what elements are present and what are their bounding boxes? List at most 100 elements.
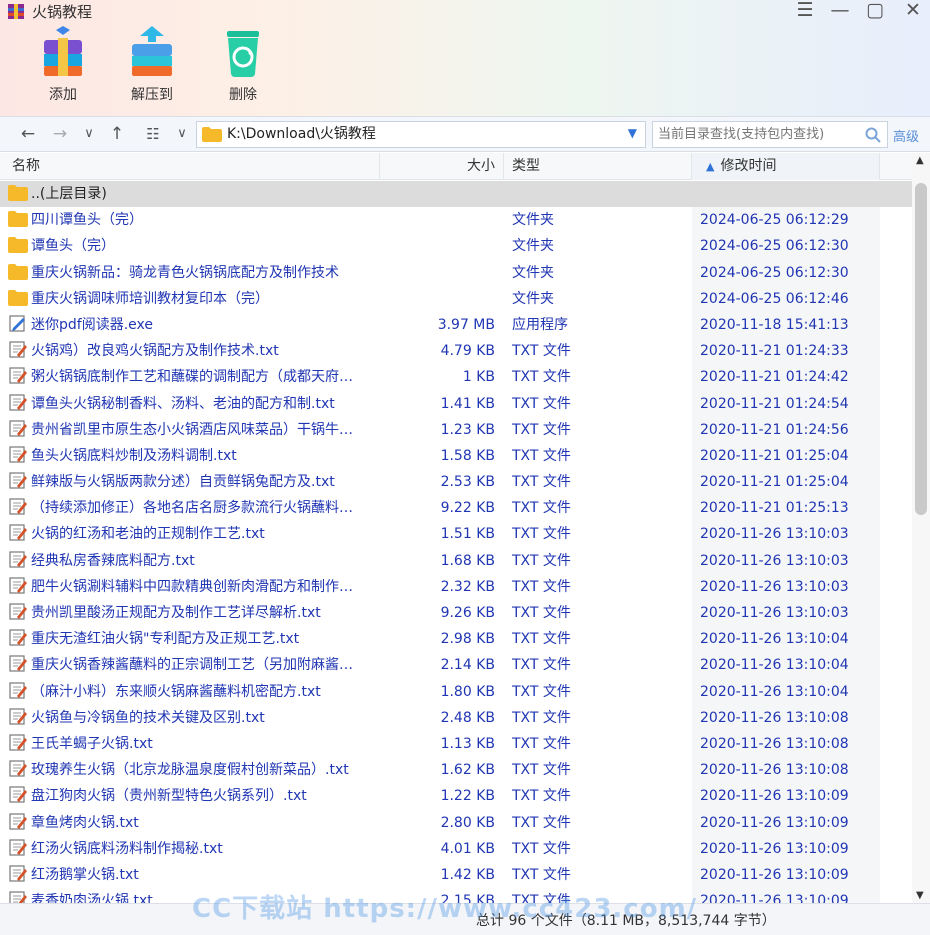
file-row[interactable]: 章鱼烤肉火锅.txt 2.80 KB TXT 文件 2020-11-26 13:10:… bbox=[0, 810, 912, 836]
file-row[interactable]: 火锅鸡）改良鸡火锅配方及制作技术.txt 4.79 KB TXT 文件 2020-11… bbox=[0, 338, 912, 364]
up-arrow-icon[interactable]: ↑ bbox=[106, 122, 128, 146]
file-row[interactable]: 贵州凯里酸汤正规配方及制作工艺详尽解析.txt 9.26 KB TXT 文件 2020… bbox=[0, 600, 912, 626]
scroll-up-icon[interactable]: ▲ bbox=[916, 155, 924, 166]
text-file-icon bbox=[9, 708, 27, 725]
file-name-cell: 重庆火锅香辣酱蘸料的正宗调制工艺（另加附麻酱… bbox=[8, 652, 380, 678]
scroll-down-icon[interactable]: ▼ bbox=[916, 890, 924, 901]
text-file-icon bbox=[9, 681, 27, 699]
hamburger-icon[interactable]: ☰ bbox=[790, 0, 820, 22]
file-row[interactable]: 谭鱼头火锅秘制香料、汤料、老油的配方和制.txt 1.41 KB TXT 文件 202… bbox=[0, 391, 912, 417]
file-size: 1.51 KB bbox=[440, 526, 495, 543]
file-row[interactable]: 经典私房香辣底料配方.txt 1.68 KB TXT 文件 2020-11-26 13… bbox=[0, 548, 912, 574]
file-name-cell: 贵州凯里酸汤正规配方及制作工艺详尽解析.txt bbox=[8, 600, 380, 626]
search-icon[interactable] bbox=[865, 127, 881, 143]
file-modified: 2020-11-26 13:10:09 bbox=[700, 788, 849, 805]
file-type: TXT 文件 bbox=[512, 657, 571, 674]
file-name-cell: 玫瑰养生火锅（北京龙脉温泉度假村创新菜品）.txt bbox=[8, 757, 380, 783]
file-modified: 2020-11-26 13:10:09 bbox=[700, 893, 849, 903]
file-size: 1.13 KB bbox=[440, 735, 495, 752]
file-type: TXT 文件 bbox=[512, 369, 571, 386]
file-row[interactable]: 红汤鹅掌火锅.txt 1.42 KB TXT 文件 2020-11-26 13:10:… bbox=[0, 862, 912, 888]
vertical-scrollbar[interactable]: ▲ ▼ bbox=[912, 153, 930, 903]
watermark-text: CC下载站 https://www.cc423.com/ bbox=[192, 894, 698, 924]
column-header-name[interactable]: 名称 bbox=[0, 153, 380, 180]
file-row[interactable]: （麻汁小料）东来顺火锅麻酱蘸料机密配方.txt 1.80 KB TXT 文件 2020… bbox=[0, 679, 912, 705]
file-row[interactable]: ..(上层目录) bbox=[0, 181, 912, 208]
file-name: 贵州省凯里市原生态小火锅酒店风味菜品）干锅牛… bbox=[31, 421, 353, 438]
file-modified: 2020-11-21 01:24:42 bbox=[700, 369, 849, 386]
file-row[interactable]: 鲜辣版与火锅版两款分述）自贡鲜锅兔配方及.txt 2.53 KB TXT 文件 202… bbox=[0, 469, 912, 495]
file-size: 1 KB bbox=[462, 369, 495, 386]
file-row[interactable]: 重庆无渣红油火锅"专利配方及正规工艺.txt 2.98 KB TXT 文件 2020-… bbox=[0, 626, 912, 652]
file-name: 粥火锅锅底制作工艺和蘸碟的调制配方（成都天府… bbox=[31, 369, 353, 386]
file-name: 重庆无渣红油火锅"专利配方及正规工艺.txt bbox=[31, 631, 300, 648]
file-row[interactable]: 王氏羊蝎子火锅.txt 1.13 KB TXT 文件 2020-11-26 13:10… bbox=[0, 731, 912, 757]
search-field[interactable] bbox=[652, 121, 888, 148]
minimize-icon[interactable]: — bbox=[825, 0, 855, 22]
file-type: TXT 文件 bbox=[512, 788, 571, 805]
file-name: 谭鱼头（完） bbox=[31, 238, 115, 255]
path-dropdown-icon[interactable]: ▼ bbox=[628, 126, 637, 140]
file-name: 红汤鹅掌火锅.txt bbox=[31, 866, 139, 883]
file-row[interactable]: 火锅鱼与冷锅鱼的技术关键及区别.txt 2.48 KB TXT 文件 2020-11-… bbox=[0, 705, 912, 731]
file-modified: 2020-11-21 01:24:54 bbox=[700, 395, 849, 412]
file-row[interactable]: 迷你pdf阅读器.exe 3.97 MB 应用程序 2020-11-18 15:41:… bbox=[0, 312, 912, 338]
file-modified: 2020-11-26 13:10:04 bbox=[700, 631, 849, 648]
back-arrow-icon[interactable]: ← bbox=[17, 122, 39, 146]
file-name: 鱼头火锅底料炒制及汤料调制.txt bbox=[31, 447, 237, 464]
file-type: TXT 文件 bbox=[512, 866, 571, 883]
file-size: 9.22 KB bbox=[440, 500, 495, 517]
recycle-bin-icon bbox=[227, 31, 259, 77]
file-name: 火锅鱼与冷锅鱼的技术关键及区别.txt bbox=[31, 709, 265, 726]
file-row[interactable]: 肥牛火锅涮料辅料中四款精典创新肉滑配方和制作… 2.32 KB TXT 文件 2020… bbox=[0, 574, 912, 600]
file-name: 重庆火锅调味师培训教材复印本（完） bbox=[31, 290, 269, 307]
maximize-icon[interactable]: ▢ bbox=[860, 0, 890, 22]
address-bar: ← → ∨ ↑ ☷ ∨ K:\Download\火锅教程 ▼ 高级 bbox=[0, 116, 930, 152]
file-size: 2.48 KB bbox=[440, 709, 495, 726]
close-icon[interactable]: ✕ bbox=[898, 0, 928, 22]
file-row[interactable]: （持续添加修正）各地名店名厨多款流行火锅蘸料… 9.22 KB TXT 文件 2020… bbox=[0, 495, 912, 521]
text-file-icon bbox=[9, 786, 27, 803]
sort-ascending-icon: ▲ bbox=[706, 160, 715, 173]
file-row[interactable]: 盘江狗肉火锅（贵州新型特色火锅系列）.txt 1.22 KB TXT 文件 2020-… bbox=[0, 783, 912, 809]
file-row[interactable]: 鱼头火锅底料炒制及汤料调制.txt 1.58 KB TXT 文件 2020-11-21… bbox=[0, 443, 912, 469]
view-list-icon[interactable]: ☷ bbox=[142, 122, 164, 146]
extract-icon bbox=[132, 26, 172, 76]
file-name-cell: 重庆火锅新品：骑龙青色火锅锅底配方及制作技术 bbox=[8, 260, 380, 286]
file-name: 重庆火锅新品：骑龙青色火锅锅底配方及制作技术 bbox=[31, 264, 339, 281]
file-row[interactable]: 玫瑰养生火锅（北京龙脉温泉度假村创新菜品）.txt 1.62 KB TXT 文件 20… bbox=[0, 757, 912, 783]
file-name: 谭鱼头火锅秘制香料、汤料、老油的配方和制.txt bbox=[31, 395, 335, 412]
file-row[interactable]: 四川谭鱼头（完） 文件夹 2024-06-25 06:12:29 bbox=[0, 207, 912, 233]
text-file-icon bbox=[9, 393, 27, 411]
search-input[interactable] bbox=[653, 122, 853, 147]
file-row[interactable]: 贵州省凯里市原生态小火锅酒店风味菜品）干锅牛… 1.23 KB TXT 文件 2020… bbox=[0, 417, 912, 443]
scrollbar-thumb[interactable] bbox=[915, 183, 927, 515]
advanced-search-link[interactable]: 高级 bbox=[893, 126, 919, 145]
extract-to-button[interactable]: 解压到 bbox=[117, 26, 187, 104]
file-row[interactable]: 重庆火锅香辣酱蘸料的正宗调制工艺（另加附麻酱… 2.14 KB TXT 文件 2020… bbox=[0, 652, 912, 678]
folder-icon bbox=[8, 289, 28, 306]
file-row[interactable]: 谭鱼头（完） 文件夹 2024-06-25 06:12:30 bbox=[0, 233, 912, 259]
forward-arrow-icon[interactable]: → bbox=[49, 122, 71, 146]
text-file-icon bbox=[9, 891, 27, 903]
file-row[interactable]: 粥火锅锅底制作工艺和蘸碟的调制配方（成都天府… 1 KB TXT 文件 2020-11… bbox=[0, 364, 912, 390]
delete-button[interactable]: 删除 bbox=[208, 26, 278, 104]
file-modified: 2020-11-21 01:25:13 bbox=[700, 500, 849, 517]
file-type: 文件夹 bbox=[512, 290, 554, 307]
path-field[interactable]: K:\Download\火锅教程 ▼ bbox=[196, 121, 646, 148]
column-header-size[interactable]: 大小 bbox=[380, 153, 504, 180]
add-button[interactable]: 添加 bbox=[28, 26, 98, 104]
file-type bbox=[512, 181, 692, 207]
text-file-icon bbox=[9, 551, 27, 568]
file-type: TXT 文件 bbox=[512, 683, 571, 700]
history-chevron-icon[interactable]: ∨ bbox=[78, 122, 100, 146]
column-header-modified[interactable]: ▲ 修改时间 bbox=[692, 153, 880, 180]
file-row[interactable]: 重庆火锅调味师培训教材复印本（完） 文件夹 2024-06-25 06:12:46 bbox=[0, 286, 912, 312]
view-chevron-icon[interactable]: ∨ bbox=[171, 122, 193, 146]
text-file-icon bbox=[9, 577, 27, 594]
text-file-icon bbox=[9, 812, 27, 830]
column-header-type[interactable]: 类型 bbox=[504, 153, 692, 180]
file-row[interactable]: 重庆火锅新品：骑龙青色火锅锅底配方及制作技术 文件夹 2024-06-25 06:1… bbox=[0, 260, 912, 286]
file-row[interactable]: 红汤火锅底料汤料制作揭秘.txt 4.01 KB TXT 文件 2020-11-26 … bbox=[0, 836, 912, 862]
file-row[interactable]: 火锅的红汤和老油的正规制作工艺.txt 1.51 KB TXT 文件 2020-11-… bbox=[0, 521, 912, 547]
